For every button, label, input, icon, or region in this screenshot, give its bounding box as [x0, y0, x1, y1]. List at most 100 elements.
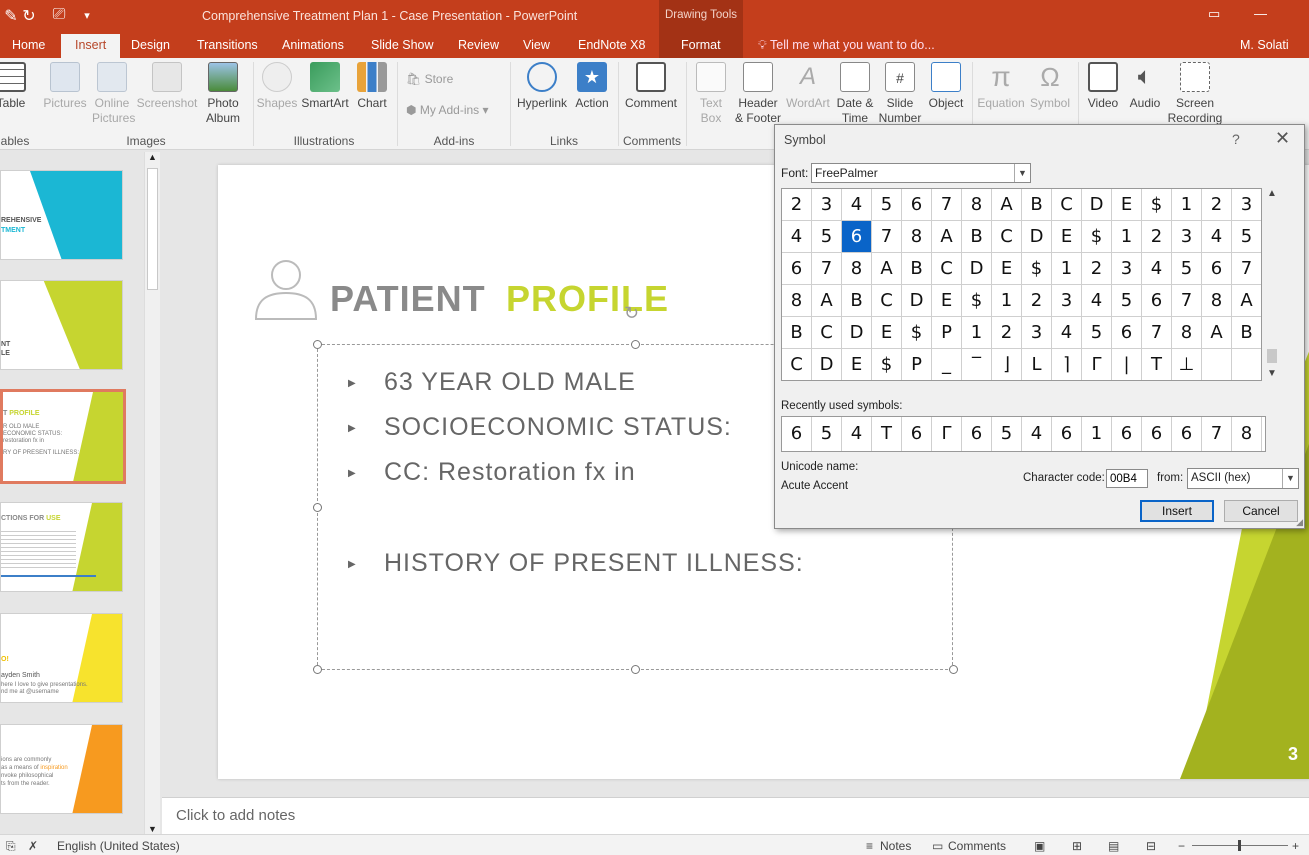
symbol-cell[interactable]: 7 [1232, 253, 1261, 285]
symbol-cell[interactable]: 7 [872, 221, 902, 253]
symbol-cell[interactable]: A [872, 253, 902, 285]
symbol-cell[interactable]: B [1022, 189, 1052, 221]
comment-button[interactable]: Comment [622, 62, 680, 111]
symbol-cell[interactable]: 8 [1172, 317, 1202, 349]
minimize-icon[interactable]: — [1254, 6, 1267, 21]
tab-design[interactable]: Design [131, 38, 170, 52]
recent-symbol-cell[interactable]: 6 [1172, 417, 1202, 451]
symbol-cell[interactable]: 7 [932, 189, 962, 221]
symbol-cell[interactable]: 6 [1142, 285, 1172, 317]
my-addins-button[interactable]: ⬢ My Add-ins ▾ [406, 103, 489, 117]
symbol-cell[interactable]: D [902, 285, 932, 317]
scroll-up-icon[interactable]: ▲ [148, 152, 157, 162]
symbol-cell[interactable]: ⌋ [992, 349, 1022, 380]
symbol-cell[interactable]: E [1112, 189, 1142, 221]
tab-endnote[interactable]: EndNote X8 [578, 38, 645, 52]
insert-button[interactable]: Insert [1140, 500, 1214, 522]
symbol-cell[interactable]: _ [932, 349, 962, 380]
symbol-cell[interactable]: C [872, 285, 902, 317]
symbol-cell[interactable]: A [1202, 317, 1232, 349]
symbol-cell[interactable]: B [842, 285, 872, 317]
symbol-cell[interactable]: D [812, 349, 842, 380]
ribbon-display-options-icon[interactable]: ▭ [1208, 6, 1220, 22]
slide-sorter-icon[interactable]: ⊞ [1072, 839, 1082, 853]
symbol-cell[interactable]: 3 [1022, 317, 1052, 349]
symbol-cell[interactable]: $ [872, 349, 902, 380]
table-button[interactable]: Table [0, 62, 28, 111]
symbol-cell[interactable]: E [872, 317, 902, 349]
symbol-cell[interactable]: 1 [1052, 253, 1082, 285]
thumbnails-scrollbar[interactable]: ▲ ▼ [144, 152, 160, 834]
symbol-cell[interactable]: 3 [812, 189, 842, 221]
symbol-cell[interactable]: 5 [872, 189, 902, 221]
text-box-button[interactable]: Text Box [692, 62, 730, 126]
symbol-cell[interactable]: 4 [842, 189, 872, 221]
photo-album-button[interactable]: Photo Album [200, 62, 246, 126]
symbol-cell[interactable]: 4 [782, 221, 812, 253]
symbol-cell[interactable]: 8 [842, 253, 872, 285]
zoom-out-icon[interactable]: − [1178, 839, 1185, 853]
symbol-cell[interactable]: ⊥ [1172, 349, 1202, 380]
symbol-cell[interactable]: 7 [812, 253, 842, 285]
user-account[interactable]: M. Solati [1240, 38, 1289, 52]
symbol-cell[interactable]: A [812, 285, 842, 317]
symbol-cell[interactable]: 2 [1082, 253, 1112, 285]
recent-symbol-cell[interactable]: 5 [992, 417, 1022, 451]
symbol-cell[interactable]: 8 [782, 285, 812, 317]
symbol-cell[interactable]: $ [1142, 189, 1172, 221]
slide-title-patient[interactable]: PATIENT [330, 278, 486, 320]
pictures-button[interactable]: Pictures [42, 62, 88, 111]
symbol-cell[interactable]: 1 [992, 285, 1022, 317]
symbol-cell[interactable]: D [962, 253, 992, 285]
tab-animations[interactable]: Animations [282, 38, 344, 52]
recent-symbol-cell[interactable]: 4 [842, 417, 872, 451]
symbol-cell[interactable]: T [1142, 349, 1172, 380]
symbol-cell[interactable]: $ [1082, 221, 1112, 253]
slide-thumbnail-3-selected[interactable]: T PROFILE R OLD MALE ECONOMIC STATUS: re… [0, 389, 126, 484]
symbol-cell[interactable]: 5 [1172, 253, 1202, 285]
symbol-cell[interactable]: 5 [1082, 317, 1112, 349]
slide-thumbnail-2[interactable]: NT LE [0, 280, 123, 370]
symbol-cell[interactable]: 2 [782, 189, 812, 221]
symbol-cell[interactable]: C [1052, 189, 1082, 221]
chevron-down-icon[interactable]: ▼ [1282, 469, 1298, 488]
shapes-button[interactable]: Shapes [256, 62, 298, 111]
recent-symbols[interactable]: 654T6Γ6546166678 [781, 416, 1266, 452]
resize-handle-l[interactable] [313, 503, 322, 512]
slide-title-profile[interactable]: PROFILE [506, 278, 669, 320]
slide-thumbnail-6[interactable]: ions are commonly as a means of inspirat… [0, 724, 123, 814]
symbol-cell[interactable]: 6 [1112, 317, 1142, 349]
smartart-button[interactable]: SmartArt [300, 62, 350, 111]
recent-symbol-cell[interactable]: 5 [812, 417, 842, 451]
recent-symbol-cell[interactable]: 6 [1112, 417, 1142, 451]
symbol-cell[interactable]: ‾ [962, 349, 992, 380]
close-icon[interactable]: ✕ [1275, 128, 1290, 149]
recent-symbol-cell[interactable]: 6 [962, 417, 992, 451]
tab-transitions[interactable]: Transitions [197, 38, 258, 52]
symbol-cell[interactable]: 7 [1172, 285, 1202, 317]
symbol-cell[interactable]: 3 [1232, 189, 1261, 221]
chart-button[interactable]: Chart [354, 62, 390, 111]
symbol-cell[interactable]: 4 [1052, 317, 1082, 349]
recent-symbol-cell[interactable]: 1 [1082, 417, 1112, 451]
symbol-cell[interactable]: 4 [1082, 285, 1112, 317]
symbol-cell[interactable]: E [932, 285, 962, 317]
symbol-cell[interactable]: 6 [902, 189, 932, 221]
symbol-cell[interactable]: D [1022, 221, 1052, 253]
symbol-grid-scrollbar[interactable]: ▲ ▼ [1264, 188, 1280, 381]
scrollbar-thumb[interactable] [1267, 349, 1277, 363]
symbol-cell[interactable]: C [992, 221, 1022, 253]
recent-symbol-cell[interactable]: 6 [1052, 417, 1082, 451]
symbol-grid[interactable]: 2 3 4 5 6 7 8 A B C D E $1 2 3 4 5 6 7 8 A B C D E $1 2 3 4 5 6 7 8 A B C D E… [781, 188, 1262, 381]
bullet-text-4[interactable]: HISTORY OF PRESENT ILLNESS: [384, 549, 804, 578]
symbol-cell[interactable]: E [842, 349, 872, 380]
recent-symbol-cell[interactable]: 8 [1232, 417, 1262, 451]
resize-handle-br[interactable] [949, 665, 958, 674]
symbol-cell[interactable]: C [812, 317, 842, 349]
symbol-cell[interactable]: D [1082, 189, 1112, 221]
symbol-cell[interactable]: 3 [1172, 221, 1202, 253]
spelling-icon[interactable]: ✗ [28, 839, 38, 853]
tab-insert[interactable]: Insert [61, 34, 121, 58]
symbol-cell[interactable]: 8 [962, 189, 992, 221]
symbol-cell[interactable]: B [962, 221, 992, 253]
